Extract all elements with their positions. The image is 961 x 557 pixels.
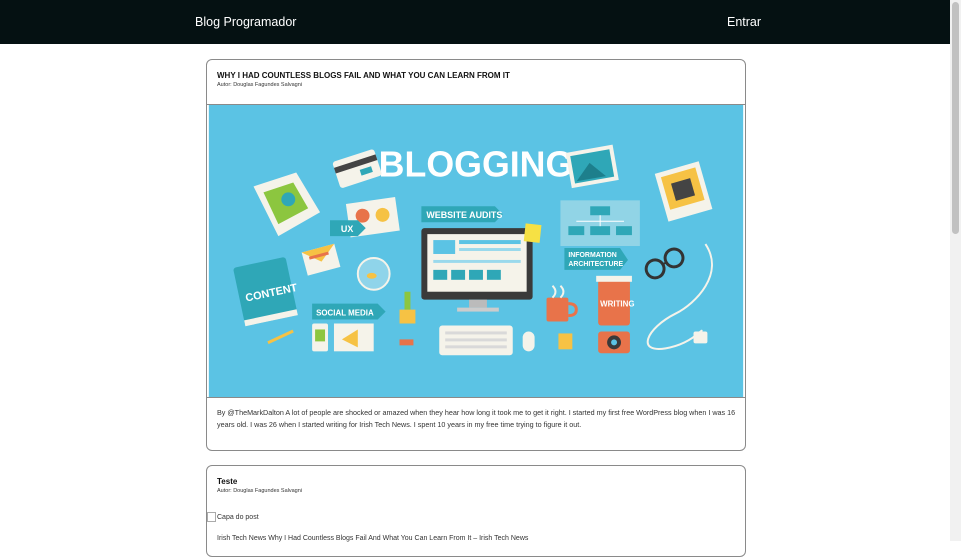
- svg-text:WEBSITE AUDITS: WEBSITE AUDITS: [426, 210, 502, 220]
- post-card[interactable]: WHY I HAD COUNTLESS BLOGS FAIL AND WHAT …: [206, 59, 746, 451]
- post-header: WHY I HAD COUNTLESS BLOGS FAIL AND WHAT …: [207, 60, 745, 93]
- svg-text:ARCHITECTURE: ARCHITECTURE: [568, 261, 623, 268]
- writing-jar-icon: WRITING: [596, 275, 635, 326]
- post-author: Autor: Douglas Fagundes Salvagni: [217, 488, 302, 494]
- usb-drive-icon: [399, 339, 414, 346]
- broken-image-icon: [207, 512, 216, 522]
- sticky-note-icon: [523, 223, 542, 243]
- post-cover-image[interactable]: BLOGGING UX WEBSITE AUDITS INFORMATION A…: [207, 104, 745, 398]
- post-title[interactable]: Teste: [217, 477, 735, 487]
- post-excerpt: By @TheMarkDalton A lot of people are sh…: [217, 408, 736, 429]
- svg-text:WRITING: WRITING: [600, 300, 634, 309]
- login-link[interactable]: Entrar: [727, 15, 761, 29]
- svg-text:SOCIAL MEDIA: SOCIAL MEDIA: [316, 309, 374, 318]
- fishbowl-icon: [356, 256, 391, 291]
- post-card[interactable]: Teste Autor: Douglas Fagundes Salvagni C…: [206, 465, 746, 557]
- megaphone-icon: [333, 323, 374, 352]
- image-alt-text: Capa do post: [217, 513, 259, 521]
- svg-text:UX: UX: [341, 224, 353, 234]
- mouse-icon: [522, 331, 535, 352]
- information-architecture-tag: INFORMATION ARCHITECTURE: [564, 248, 628, 270]
- social-media-tag: SOCIAL MEDIA: [312, 303, 386, 320]
- post-cover-image[interactable]: Capa do post: [207, 512, 259, 522]
- hero-headline: BLOGGING: [379, 145, 574, 185]
- post-title[interactable]: WHY I HAD COUNTLESS BLOGS FAIL AND WHAT …: [217, 71, 735, 81]
- notepad-icon: [558, 333, 573, 350]
- post-header: Teste Autor: Douglas Fagundes Salvagni: [207, 466, 745, 499]
- post-author: Autor: Douglas Fagundes Salvagni: [217, 82, 302, 88]
- website-audits-tag: WEBSITE AUDITS: [421, 206, 503, 223]
- camera-icon: [598, 331, 630, 354]
- scrollbar-thumb[interactable]: [952, 2, 959, 234]
- top-navbar: Blog Programador Entrar: [0, 0, 950, 44]
- page-scrollbar[interactable]: [950, 0, 961, 541]
- monitor-icon: [421, 228, 533, 312]
- sitemap-icon: [560, 200, 640, 247]
- svg-text:INFORMATION: INFORMATION: [568, 252, 616, 259]
- brand-link[interactable]: Blog Programador: [195, 15, 296, 29]
